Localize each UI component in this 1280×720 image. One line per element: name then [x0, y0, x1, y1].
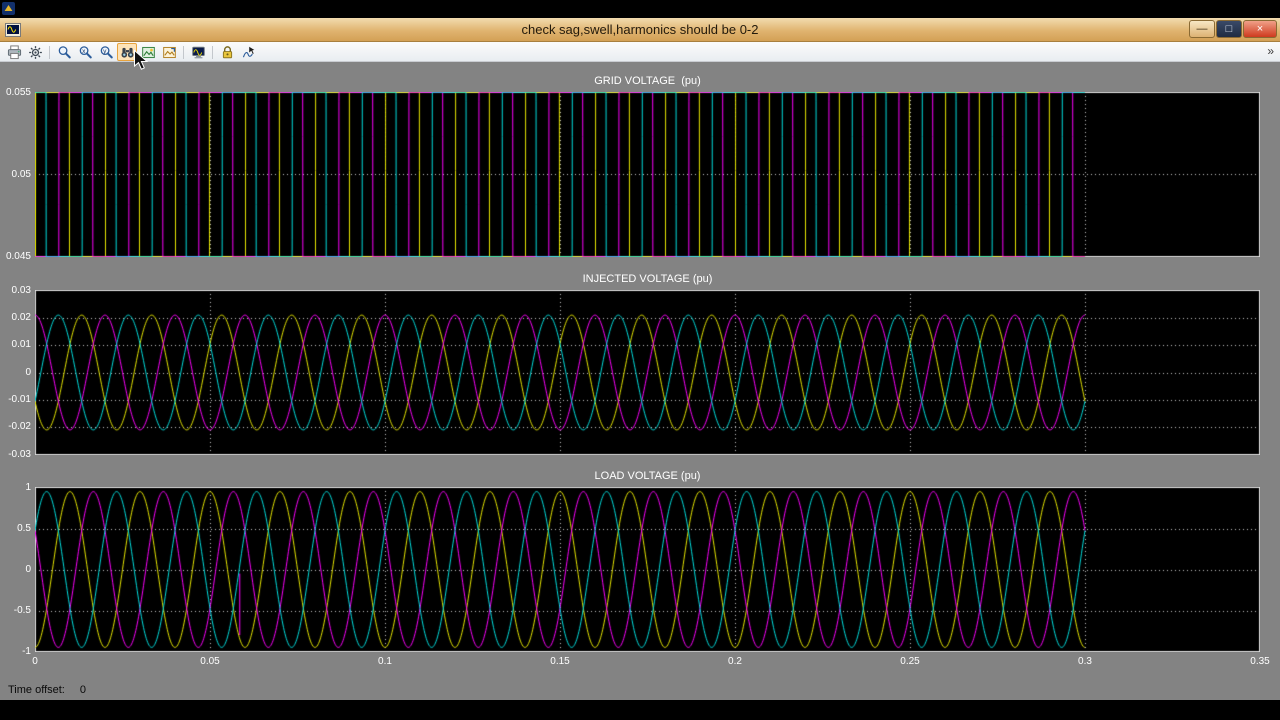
zoom-button[interactable]: [54, 43, 74, 61]
x-tick-label: 0.1: [378, 656, 392, 667]
x-tick-label: 0: [32, 656, 38, 667]
x-tick-label: 0.05: [200, 656, 220, 667]
time-offset: Time offset: 0: [8, 684, 86, 696]
floating-scope-button[interactable]: [188, 43, 208, 61]
y-tick-label: 0.03: [11, 284, 31, 296]
maximize-button[interactable]: □: [1216, 20, 1242, 38]
y-tick-label: 0.02: [11, 311, 31, 323]
letterbox-bottom: [0, 700, 1280, 720]
close-button[interactable]: ×: [1243, 20, 1277, 38]
y-tick-label: -0.02: [8, 421, 31, 433]
scope-area: GRID VOLTAGE (pu) INJECTED VOLTAGE (pu) …: [0, 62, 1280, 700]
screen: check sag,swell,harmonics should be 0-2 …: [0, 0, 1280, 720]
injected-voltage-canvas[interactable]: [35, 290, 1260, 455]
plot-title-grid-voltage: GRID VOLTAGE (pu): [594, 75, 701, 87]
injected-voltage-plot: [35, 290, 1260, 455]
signal-selection-button[interactable]: [238, 43, 258, 61]
window-titlebar[interactable]: check sag,swell,harmonics should be 0-2 …: [0, 18, 1280, 42]
window-controls: — □ ×: [1189, 20, 1277, 38]
grid-voltage-canvas[interactable]: [35, 92, 1260, 257]
lock-axes-button[interactable]: [217, 43, 237, 61]
y-tick-label: 0.055: [5, 86, 31, 98]
x-tick-label: 0.3: [1078, 656, 1092, 667]
time-offset-label: Time offset:: [8, 684, 65, 696]
load-voltage-plot: [35, 487, 1260, 652]
y-tick-label: 0: [25, 366, 31, 378]
minimize-button[interactable]: —: [1189, 20, 1215, 38]
time-offset-value: 0: [79, 684, 87, 696]
toolbar-separator: [183, 45, 184, 59]
y-tick-label: 0.5: [17, 522, 31, 534]
load-voltage-canvas[interactable]: [35, 487, 1260, 652]
toolbar-overflow-chevron[interactable]: »: [1267, 44, 1274, 58]
plot-title-injected-voltage: INJECTED VOLTAGE (pu): [582, 273, 713, 285]
x-tick-label: 0.2: [728, 656, 742, 667]
window-title: check sag,swell,harmonics should be 0-2: [521, 22, 759, 37]
restore-axes-button[interactable]: [159, 43, 179, 61]
y-tick-label: 0.045: [5, 250, 31, 262]
y-tick-label: 0.05: [11, 168, 31, 180]
grid-voltage-plot: [35, 92, 1260, 257]
x-tick-label: 0.25: [900, 656, 920, 667]
scope-toolbar: xy »: [0, 42, 1280, 62]
y-tick-label: -0.03: [8, 448, 31, 460]
zoom-x-button[interactable]: x: [75, 43, 95, 61]
y-tick-label: 1: [25, 481, 31, 493]
x-tick-label: 0.15: [550, 656, 570, 667]
parameters-button[interactable]: [25, 43, 45, 61]
x-tick-label: 0.35: [1250, 656, 1270, 667]
print-button[interactable]: [4, 43, 24, 61]
toolbar-buttons: xy: [4, 42, 258, 62]
letterbox-top: [0, 0, 1280, 18]
y-tick-label: -0.5: [13, 604, 31, 616]
toolbar-separator: [212, 45, 213, 59]
y-tick-label: 0.01: [11, 339, 31, 351]
zoom-y-button[interactable]: y: [96, 43, 116, 61]
y-tick-label: 0: [25, 563, 31, 575]
toolbar-separator: [49, 45, 50, 59]
mouse-cursor: [134, 50, 149, 70]
y-tick-label: -0.01: [8, 393, 31, 405]
plot-title-load-voltage: LOAD VOLTAGE (pu): [594, 470, 701, 482]
